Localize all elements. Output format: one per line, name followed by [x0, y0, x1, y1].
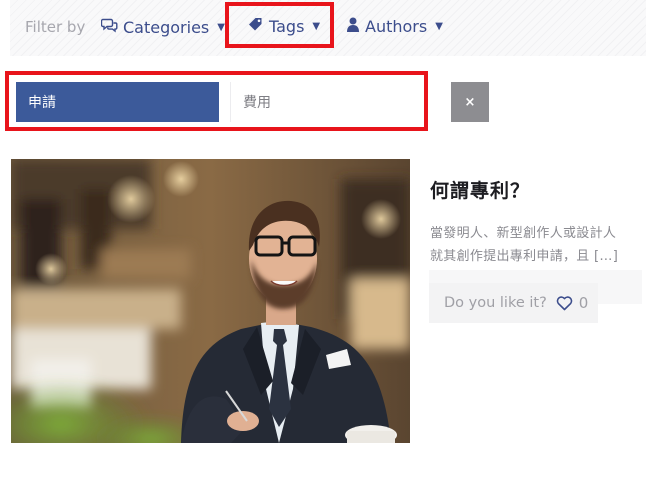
- highlight-box-tags: [225, 2, 334, 48]
- post-title-link[interactable]: 何謂專利？: [430, 176, 530, 203]
- filter-label: Filter by: [25, 18, 86, 36]
- chevron-down-icon: ▼: [217, 21, 225, 33]
- like-count: 0: [578, 294, 589, 312]
- chat-bubbles-icon: [100, 17, 123, 37]
- post-featured-image[interactable]: [11, 159, 410, 443]
- excerpt-line: 當發明人、新型創作人或設計人: [430, 226, 617, 241]
- excerpt-line: 就其創作提出專利申請，且 […]: [430, 249, 619, 264]
- like-button[interactable]: Do you like it? 0: [429, 283, 598, 323]
- user-icon: [346, 17, 365, 36]
- chevron-down-icon: ▼: [435, 21, 443, 32]
- clear-filter-button[interactable]: ×: [451, 82, 489, 122]
- filter-categories-dropdown[interactable]: Categories ▼: [100, 17, 225, 37]
- filter-authors-label: Authors: [365, 17, 428, 36]
- like-label: Do you like it?: [444, 295, 547, 311]
- post-excerpt: 當發明人、新型創作人或設計人 就其創作提出專利申請，且 […]: [430, 222, 642, 268]
- filter-authors-dropdown[interactable]: Authors ▼: [346, 17, 443, 36]
- heart-outline-icon: [556, 295, 573, 311]
- filter-categories-label: Categories: [123, 17, 210, 37]
- highlight-box-chips: [5, 71, 428, 131]
